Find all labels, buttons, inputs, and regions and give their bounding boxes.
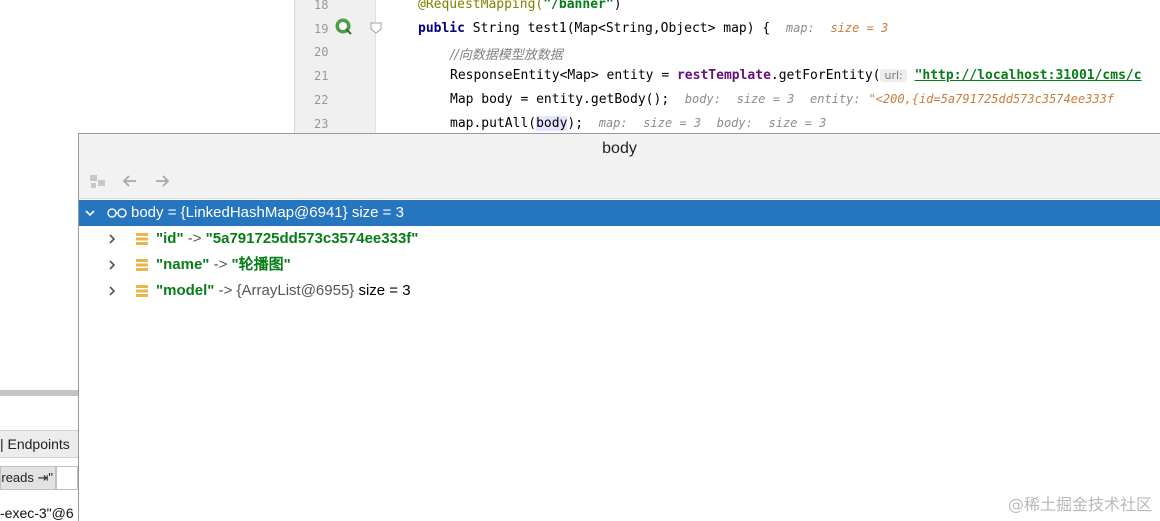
entry-arrow: -> [183, 230, 206, 247]
code-line-22: Map body = entity.getBody(); body: size … [450, 92, 1114, 107]
method-run-gutter-icon[interactable] [334, 17, 352, 35]
panel-divider[interactable] [0, 390, 78, 396]
code-token: map.putAll( [450, 116, 537, 131]
tree-row-root-selected[interactable]: body = {LinkedHashMap@6941} size = 3 [79, 200, 1160, 226]
debug-hint-key: body: [684, 92, 721, 106]
map-entry-icon [136, 259, 148, 271]
tree-row-entry[interactable]: "model" -> {ArrayList@6955} size = 3 [79, 278, 1160, 304]
code-token: ) [613, 0, 622, 12]
variable-inspect-popup: body body = {LinkedHashMap@6941} size = … [78, 133, 1160, 521]
debug-hint-key: entity: [810, 92, 861, 106]
popup-toolbar [79, 163, 1160, 199]
chevron-right-icon[interactable] [106, 252, 118, 278]
parameter-inlay-hint: url: [880, 69, 907, 82]
tree-row-entry[interactable]: "id" -> "5a791725dd573c3574ee333f" [79, 226, 1160, 252]
field-token: restTemplate [676, 68, 771, 83]
tree-row-entry[interactable]: "name" -> "轮播图" [79, 252, 1160, 278]
debug-hint-value: size = 3 [830, 21, 889, 35]
code-token: String test1(Map<String,Object> map) { [464, 21, 771, 36]
map-entry-icon [136, 285, 148, 297]
watch-glasses-icon [107, 208, 127, 218]
entry-key: "model" [156, 282, 215, 299]
entry-arrow: -> [214, 282, 237, 299]
entry-value: {ArrayList@6955} [236, 282, 355, 299]
map-entry-icon [136, 233, 148, 245]
line-number: 21 [314, 69, 329, 83]
fold-marker-icon[interactable] [370, 22, 382, 34]
keyword-token: public [418, 21, 465, 36]
debug-hint-key: map: [785, 21, 815, 35]
object-inspect-icon[interactable] [88, 171, 108, 191]
debug-hint-value: size = 3 [643, 116, 702, 130]
code-line-20: //向数据模型放数据 [450, 44, 563, 63]
code-line-19: public String test1(Map<String,Object> m… [418, 21, 888, 36]
arrow-left-icon[interactable] [120, 171, 140, 191]
entry-size: size = 3 [354, 282, 411, 299]
code-line-23: map.putAll(body); map: size = 3 body: si… [450, 116, 826, 131]
entry-key: "name" [156, 256, 210, 273]
threads-filter-input[interactable] [56, 466, 78, 490]
debug-hint-value: "<200,{id=5a791725dd573c3574ee333f [868, 92, 1115, 106]
code-line-18: @RequestMapping("/banner") [418, 0, 622, 12]
line-number: 22 [314, 93, 329, 107]
entry-key: "id" [156, 230, 184, 247]
line-number: 18 [314, 0, 329, 12]
debug-hint-value: size = 3 [768, 116, 827, 130]
chevron-right-icon[interactable] [106, 278, 118, 304]
entry-label: "id" -> "5a791725dd573c3574ee333f" [156, 226, 418, 252]
variable-name: body [131, 204, 164, 221]
annotation-token: @RequestMapping( [418, 0, 544, 12]
entry-arrow: -> [209, 256, 232, 273]
debug-hint-key: map: [598, 116, 628, 130]
threads-dropdown[interactable]: reads ⇥" [0, 466, 56, 490]
equals-sign: = [163, 204, 181, 221]
entry-value: "5a791725dd573c3574ee333f" [205, 230, 419, 247]
debug-hint-value: size = 3 [736, 92, 795, 106]
tab-endpoints[interactable]: | Endpoints [0, 430, 78, 458]
entry-label: "model" -> {ArrayList@6955} size = 3 [156, 278, 411, 304]
watermark: @稀土掘金技术社区 [1007, 495, 1152, 514]
code-token: ); [567, 116, 584, 131]
url-string-token[interactable]: "http://localhost:31001/cms/c [915, 68, 1142, 83]
debug-hint-key: body: [716, 116, 753, 130]
chevron-down-icon[interactable] [84, 200, 96, 226]
comment-token: //向数据模型放数据 [450, 48, 563, 63]
chevron-right-icon[interactable] [106, 226, 118, 252]
code-token: Map body = entity.getBody(); [450, 92, 670, 107]
code-line-21: ResponseEntity<Map> entity = restTemplat… [450, 68, 1142, 83]
thread-frame-label[interactable]: -exec-3"@6 [0, 505, 78, 521]
code-token: .getForEntity( [770, 68, 881, 83]
entry-value: "轮播图" [231, 256, 291, 273]
line-number: 23 [314, 117, 329, 131]
line-number: 20 [314, 45, 329, 59]
popup-title[interactable]: body [79, 134, 1160, 163]
line-number: 19 [314, 22, 329, 36]
variable-value: {LinkedHashMap@6941} [180, 204, 348, 221]
code-token: ResponseEntity<Map> entity = [450, 68, 677, 83]
string-token: "/banner" [543, 0, 614, 12]
arrow-right-icon[interactable] [152, 171, 172, 191]
highlighted-variable[interactable]: body [536, 116, 568, 131]
variable-size: size = 3 [347, 204, 404, 221]
entry-label: "name" -> "轮播图" [156, 252, 291, 278]
root-variable-label: body = {LinkedHashMap@6941} size = 3 [131, 200, 404, 226]
